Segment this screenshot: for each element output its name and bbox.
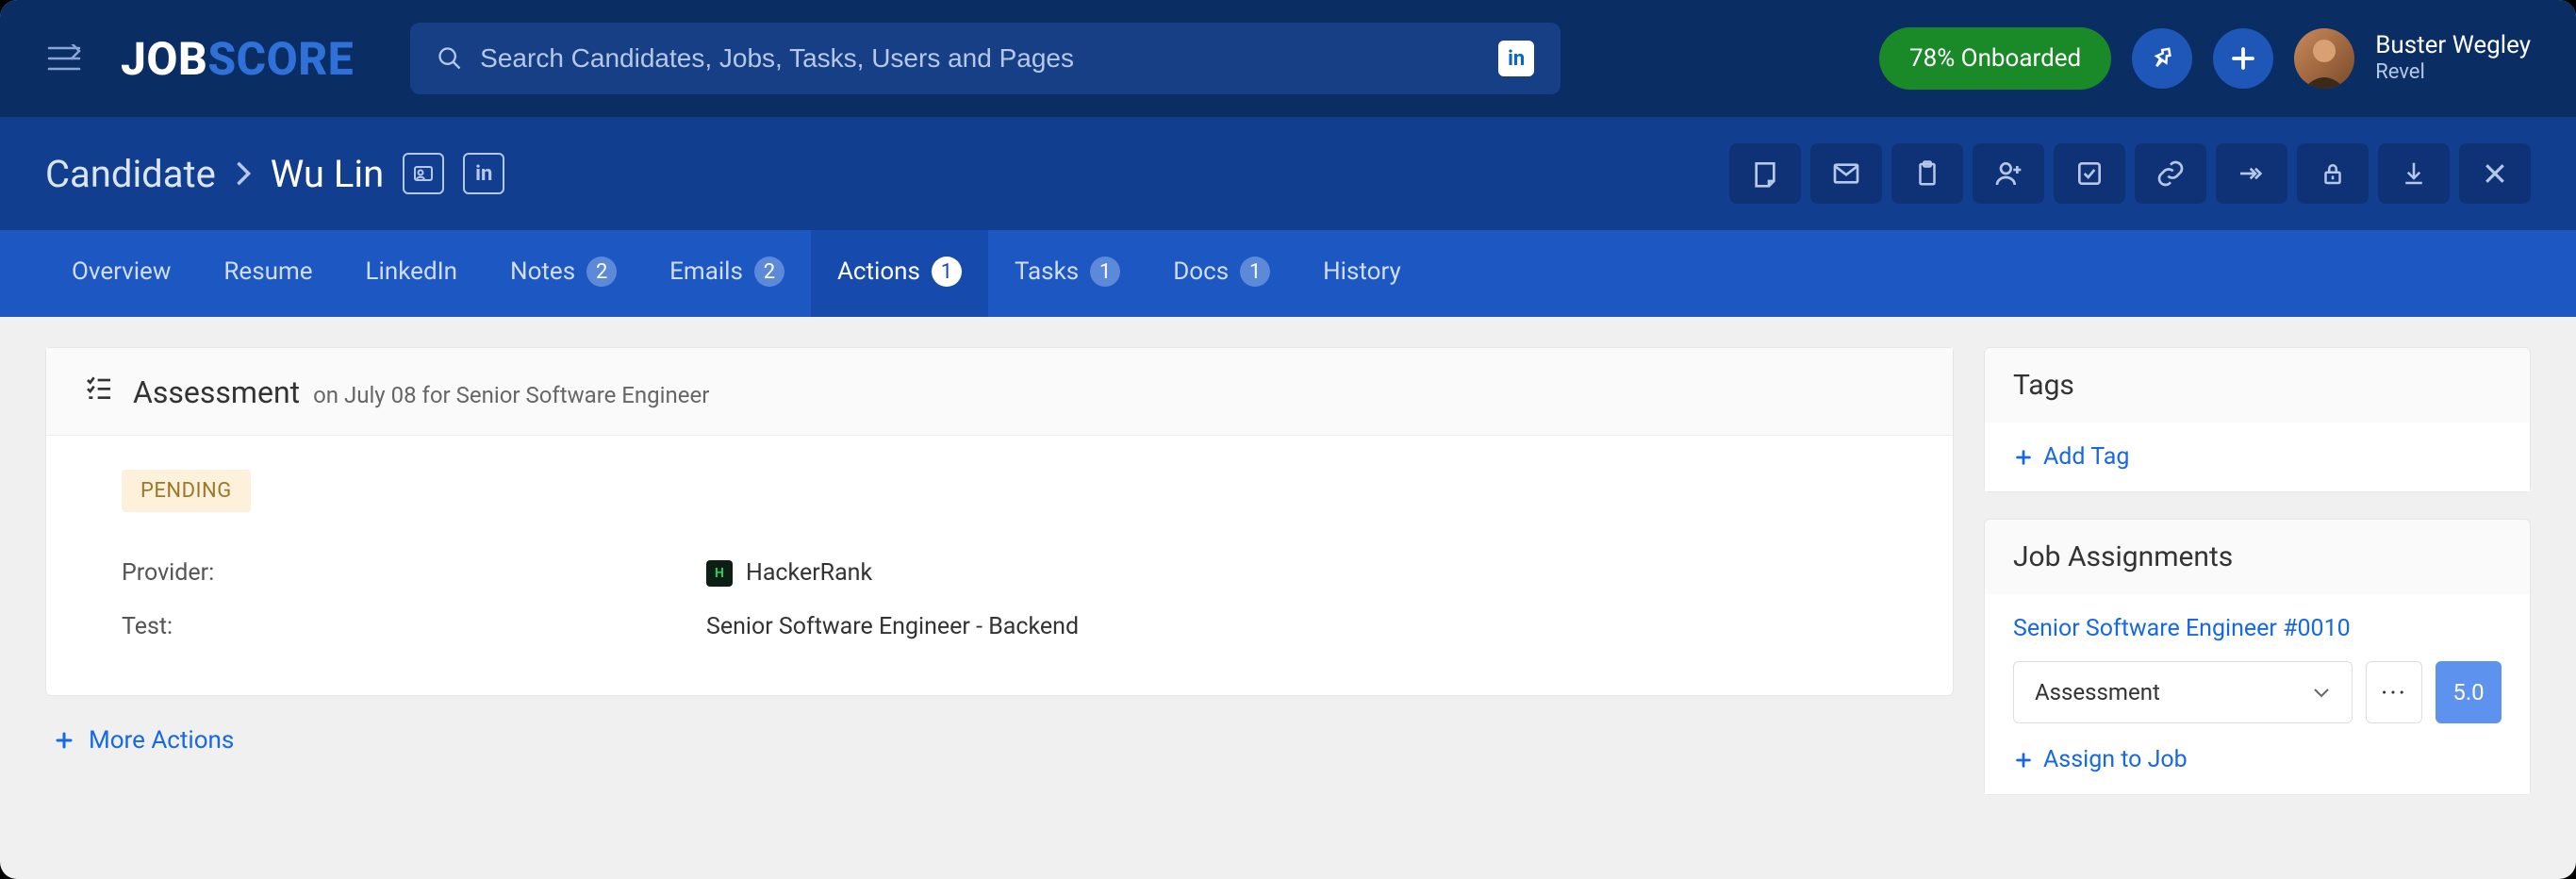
- email-icon: [1830, 158, 1862, 189]
- tags-panel: Tags Add Tag: [1984, 347, 2531, 492]
- linkedin-search-icon[interactable]: in: [1498, 41, 1534, 76]
- breadcrumb-current: Wu Lin: [271, 152, 384, 196]
- assign-to-job-label: Assign to Job: [2043, 746, 2188, 773]
- close-icon: [2481, 159, 2509, 188]
- checklist-icon: [84, 373, 114, 403]
- email-action[interactable]: [1810, 143, 1882, 204]
- user-org: Revel: [2375, 60, 2531, 85]
- plus-icon: [53, 729, 75, 752]
- status-badge: PENDING: [122, 470, 251, 512]
- provider-value: HackerRank: [746, 559, 872, 587]
- tab-actions[interactable]: Actions1: [811, 230, 988, 317]
- check-box-icon: [2074, 158, 2105, 189]
- pin-icon: [2148, 44, 2176, 73]
- lock-action[interactable]: [2297, 143, 2369, 204]
- user-name: Buster Wegley: [2375, 31, 2531, 60]
- more-actions-button[interactable]: More Actions: [45, 696, 1954, 785]
- tab-notes-badge: 2: [586, 257, 617, 287]
- stage-select[interactable]: Assessment: [2013, 661, 2353, 723]
- assign-to-job-button[interactable]: Assign to Job: [2013, 746, 2502, 773]
- hackerrank-icon: H: [706, 560, 733, 587]
- download-icon: [2400, 158, 2428, 189]
- user-info[interactable]: Buster Wegley Revel: [2375, 31, 2531, 86]
- plus-icon: [2013, 750, 2034, 771]
- share-icon: [2235, 158, 2269, 189]
- plus-icon: [2013, 447, 2034, 468]
- tab-emails-badge: 2: [754, 257, 784, 287]
- user-avatar[interactable]: [2294, 28, 2354, 89]
- job-menu-button[interactable]: ···: [2366, 661, 2422, 723]
- linkedin-profile-icon[interactable]: in: [463, 153, 504, 194]
- stage-value: Assessment: [2035, 679, 2160, 705]
- tab-overview[interactable]: Overview: [45, 230, 197, 317]
- add-button[interactable]: [2213, 28, 2273, 89]
- person-plus-icon: [1992, 158, 2024, 189]
- refer-action[interactable]: [1973, 143, 2044, 204]
- assessment-card: Assessment on July 08 for Senior Softwar…: [45, 347, 1954, 696]
- logo-job: JOB: [121, 32, 207, 86]
- assessment-subtitle: on July 08 for Senior Software Engineer: [313, 382, 709, 408]
- clipboard-action[interactable]: [1891, 143, 1963, 204]
- breadcrumb: Candidate Wu Lin in: [45, 152, 504, 196]
- assessment-title: Assessment: [133, 374, 300, 410]
- chevron-right-icon: [235, 160, 252, 187]
- profile-card-icon[interactable]: [403, 153, 444, 194]
- job-assignments-title: Job Assignments: [1985, 520, 2530, 594]
- job-link[interactable]: Senior Software Engineer #0010: [2013, 615, 2502, 642]
- tab-tasks-badge: 1: [1090, 257, 1120, 287]
- share-action[interactable]: [2216, 143, 2287, 204]
- link-icon: [2155, 158, 2186, 189]
- note-icon: [1750, 158, 1780, 189]
- note-action[interactable]: [1729, 143, 1801, 204]
- search-icon: [437, 45, 463, 72]
- tab-docs-badge: 1: [1240, 257, 1270, 287]
- more-actions-label: More Actions: [89, 726, 234, 755]
- download-action[interactable]: [2378, 143, 2450, 204]
- link-action[interactable]: [2135, 143, 2206, 204]
- lock-icon: [2319, 158, 2347, 189]
- chevron-down-icon: [2312, 686, 2331, 699]
- search-bar[interactable]: in: [410, 23, 1560, 94]
- tab-resume[interactable]: Resume: [197, 230, 339, 317]
- search-input[interactable]: [480, 43, 1498, 74]
- score-badge[interactable]: 5.0: [2436, 661, 2502, 723]
- tab-actions-badge: 1: [932, 257, 962, 287]
- provider-label: Provider:: [122, 559, 706, 587]
- add-tag-label: Add Tag: [2043, 443, 2129, 471]
- add-tag-button[interactable]: Add Tag: [2013, 443, 2502, 471]
- plus-icon: [2229, 44, 2257, 73]
- breadcrumb-root[interactable]: Candidate: [45, 152, 216, 196]
- close-action[interactable]: [2459, 143, 2531, 204]
- tab-tasks[interactable]: Tasks1: [988, 230, 1147, 317]
- test-value: Senior Software Engineer - Backend: [706, 613, 1079, 640]
- logo[interactable]: JOBSCORE: [121, 32, 354, 86]
- tags-title: Tags: [1985, 348, 2530, 423]
- tab-notes[interactable]: Notes2: [484, 230, 643, 317]
- task-action[interactable]: [2054, 143, 2125, 204]
- pin-button[interactable]: [2132, 28, 2192, 89]
- onboarded-pill[interactable]: 78% Onboarded: [1879, 27, 2111, 90]
- test-label: Test:: [122, 613, 706, 640]
- job-assignments-panel: Job Assignments Senior Software Engineer…: [1984, 519, 2531, 795]
- tab-linkedin[interactable]: LinkedIn: [339, 230, 485, 317]
- tab-docs[interactable]: Docs1: [1147, 230, 1296, 317]
- tab-emails[interactable]: Emails2: [643, 230, 811, 317]
- clipboard-icon: [1913, 158, 1941, 189]
- tab-history[interactable]: History: [1296, 230, 1428, 317]
- logo-score: SCORE: [207, 32, 354, 86]
- sidebar-toggle[interactable]: [45, 40, 83, 77]
